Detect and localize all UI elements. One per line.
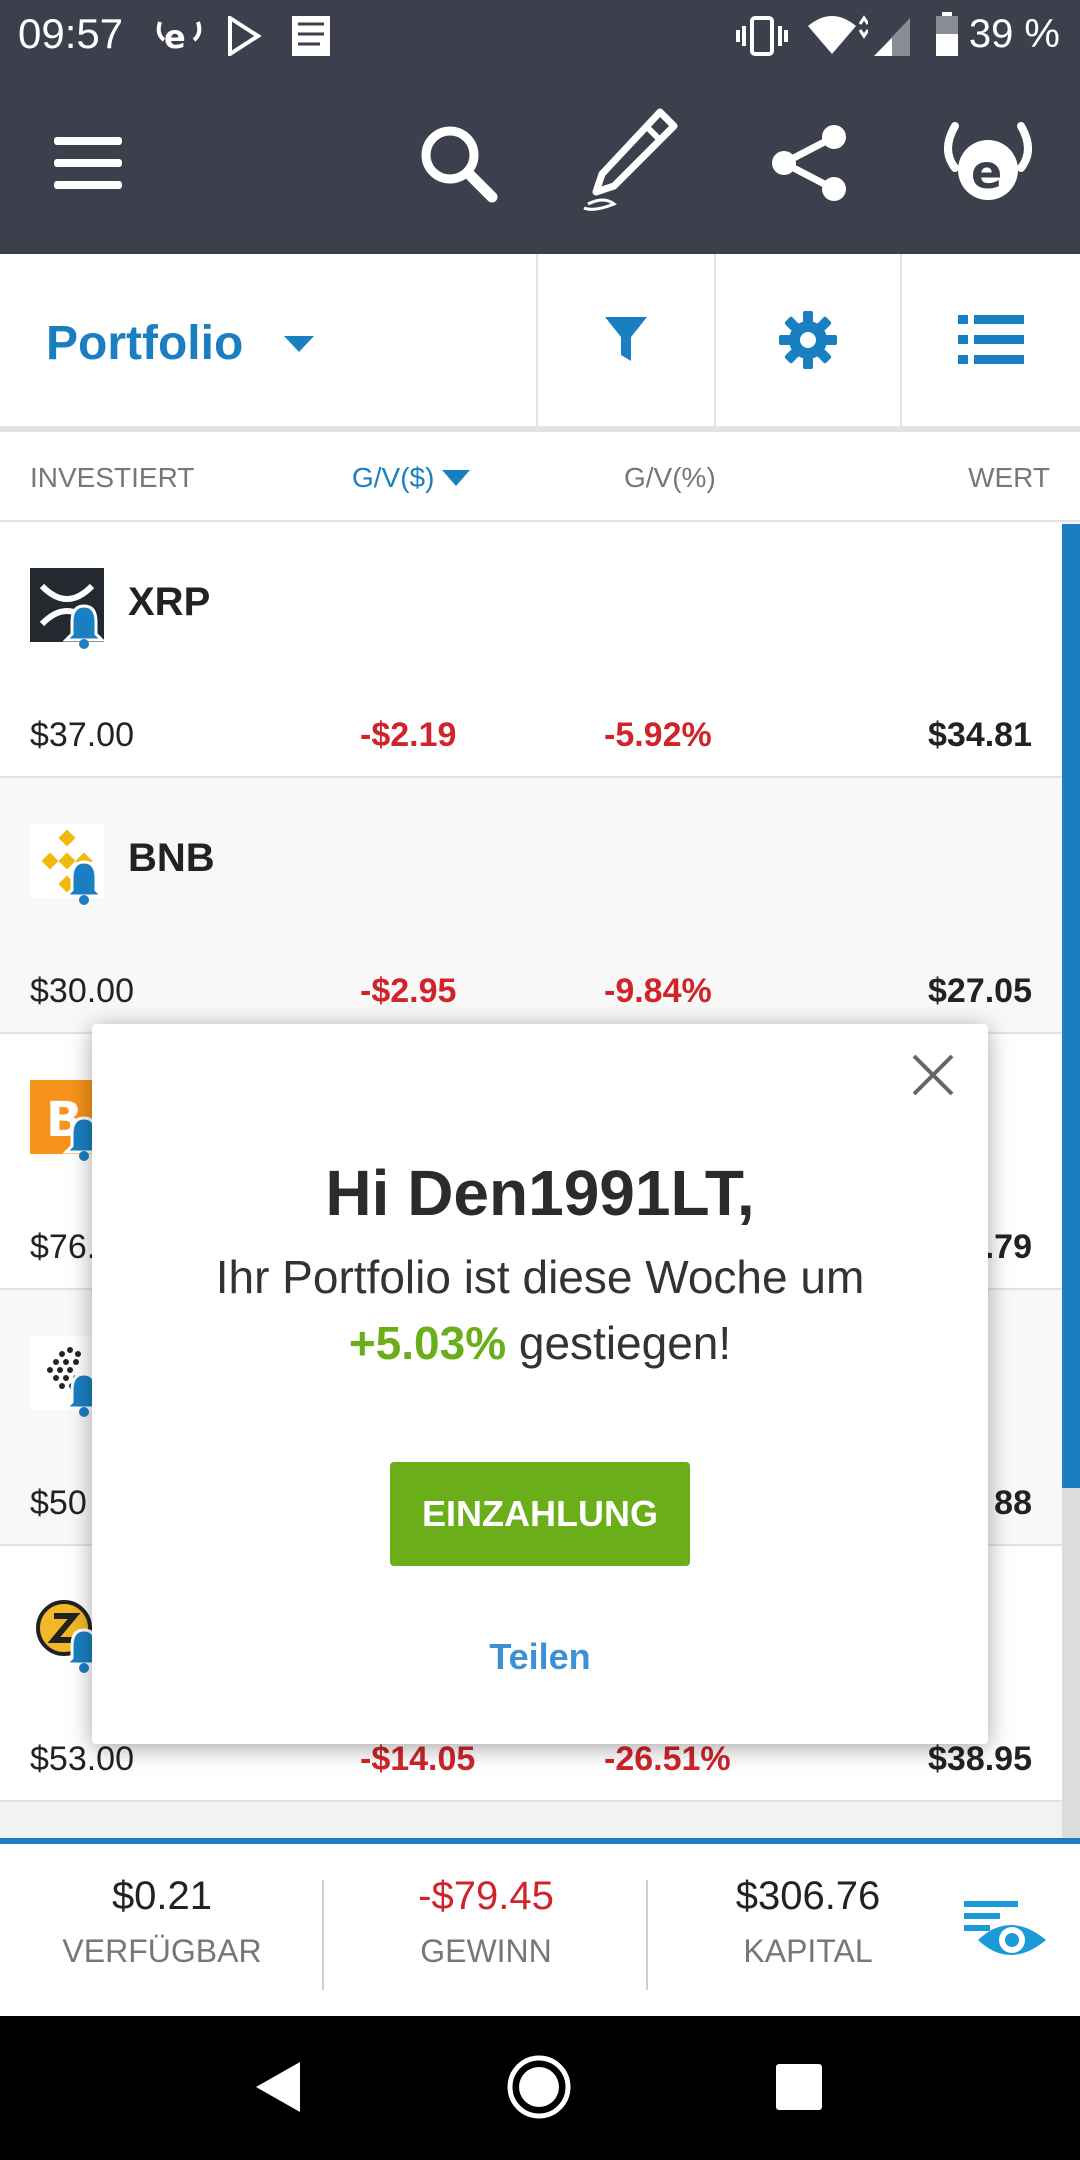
weekly-performance-dialog: Hi Den1991LT, Ihr Portfolio ist diese Wo…: [92, 1024, 988, 1744]
dialog-greeting: Hi Den1991LT,: [325, 1157, 755, 1229]
close-icon[interactable]: [908, 1050, 958, 1100]
dialog-message-line1: Ihr Portfolio ist diese Woche um: [215, 1251, 865, 1303]
deposit-button[interactable]: EINZAHLUNG: [390, 1462, 690, 1566]
dialog-message-line2: +5.03% gestiegen!: [92, 1316, 988, 1370]
weekly-change-percent: +5.03%: [348, 1317, 507, 1369]
share-link[interactable]: Teilen: [92, 1636, 988, 1678]
dialog-message-rest: gestiegen!: [506, 1317, 732, 1369]
